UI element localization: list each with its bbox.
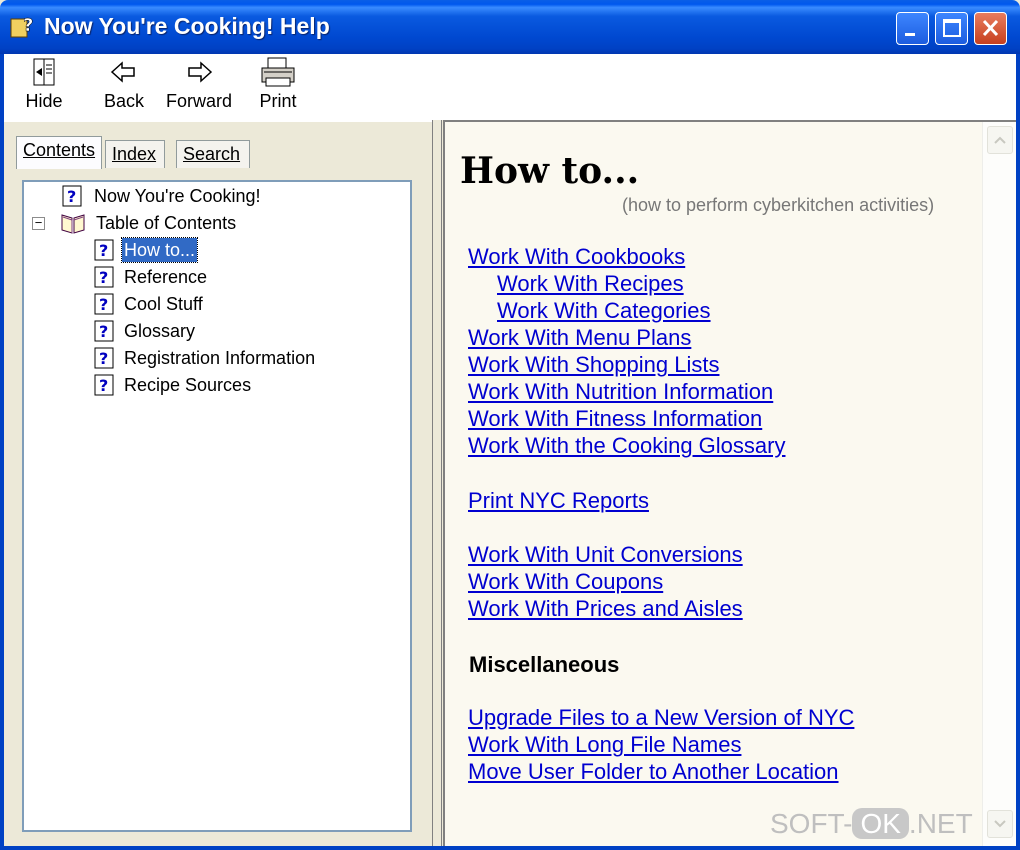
tree-item-label: Glossary [124,321,196,341]
back-label: Back [103,91,145,111]
link-work-with-fitness[interactable]: Work With Fitness Information [468,406,762,432]
window-border-bottom [0,846,1020,850]
svg-text:?: ? [99,268,108,287]
collapse-icon[interactable]: − [32,216,45,230]
hide-button[interactable]: Hide [22,54,66,120]
hide-label: Hide [25,91,63,111]
maximize-button[interactable] [935,12,968,45]
help-topic-icon: ? [62,185,82,207]
window-border-right [1016,120,1020,850]
svg-text:?: ? [99,376,108,395]
window-title: Now You're Cooking! Help [44,13,330,39]
tree-item-label: Now You're Cooking! [94,186,261,206]
pane-splitter[interactable] [432,120,442,846]
link-upgrade-files[interactable]: Upgrade Files to a New Version of NYC [468,705,854,731]
section-heading-miscellaneous: Miscellaneous [469,652,620,677]
svg-text:?: ? [99,322,108,341]
link-coupons[interactable]: Work With Coupons [468,569,663,595]
help-topic-icon: ? [94,293,114,315]
tab-search[interactable]: Search [176,140,250,168]
link-work-with-shopping-lists[interactable]: Work With Shopping Lists [468,352,719,378]
scroll-down-button[interactable] [987,810,1013,838]
minimize-icon [905,33,915,36]
navigation-pane: Contents Index Search ? Now You're Cooki… [4,120,432,846]
printer-icon [261,57,295,87]
title-bar[interactable]: ? Now You're Cooking! Help [0,0,1020,54]
print-label: Print [259,91,297,111]
chevron-up-icon [994,136,1006,144]
back-button[interactable]: Back [100,54,148,120]
link-prices-and-aisles[interactable]: Work With Prices and Aisles [468,596,743,622]
svg-text:?: ? [99,349,108,368]
tree-item-label: Recipe Sources [124,375,252,395]
page-subtitle: (how to perform cyberkitchen activities) [622,195,935,215]
close-button[interactable] [974,12,1007,45]
tree-item-label: Table of Contents [96,213,237,233]
tree-item-label: Reference [124,267,208,287]
help-topic-icon: ? [94,374,114,396]
tab-contents[interactable]: Contents [16,136,102,169]
help-topic-icon: ? [94,320,114,342]
tree-item-label-selected: How to... [120,237,199,263]
link-print-reports[interactable]: Print NYC Reports [468,488,649,514]
topic-content: How to... (how to perform cyberkitchen a… [443,120,1016,846]
tree-item-label: Registration Information [124,348,316,368]
svg-text:?: ? [99,241,108,260]
svg-text:?: ? [67,187,76,206]
svg-text:?: ? [23,15,33,36]
link-work-with-cookbooks[interactable]: Work With Cookbooks [468,244,685,270]
help-topic-icon: ? [94,239,114,261]
toolbar: Hide Back Forward Print [0,54,1020,120]
help-book-icon: ? [10,15,34,38]
link-work-with-nutrition[interactable]: Work With Nutrition Information [468,379,773,405]
back-arrow-icon [110,61,135,83]
print-button[interactable]: Print [256,54,300,120]
maximize-icon [943,19,961,37]
chevron-down-icon [994,820,1006,828]
link-work-with-recipes[interactable]: Work With Recipes [497,271,684,297]
help-topic-icon: ? [94,347,114,369]
forward-button[interactable]: Forward [164,54,234,120]
link-work-with-glossary[interactable]: Work With the Cooking Glossary [468,433,785,459]
link-work-with-menu-plans[interactable]: Work With Menu Plans [468,325,691,351]
link-unit-conversions[interactable]: Work With Unit Conversions [468,542,743,568]
close-icon [982,19,999,37]
watermark: SOFT- OK .NET [770,808,973,839]
link-work-with-categories[interactable]: Work With Categories [497,298,711,324]
link-move-user-folder[interactable]: Move User Folder to Another Location [468,759,839,785]
open-book-icon [61,214,85,234]
minimize-button[interactable] [896,12,929,45]
tab-index[interactable]: Index [105,140,165,168]
vertical-scrollbar[interactable] [982,122,1016,846]
forward-label: Forward [165,91,232,111]
contents-tree[interactable]: ? Now You're Cooking! − Table of Content… [22,180,412,832]
page-title: How to... [460,150,640,192]
scroll-up-button[interactable] [987,126,1013,154]
forward-arrow-icon [188,61,213,83]
hide-pane-icon [33,58,55,86]
link-long-file-names[interactable]: Work With Long File Names [468,732,741,758]
help-topic-icon: ? [94,266,114,288]
svg-text:?: ? [99,295,108,314]
tree-item-label: Cool Stuff [124,294,203,314]
